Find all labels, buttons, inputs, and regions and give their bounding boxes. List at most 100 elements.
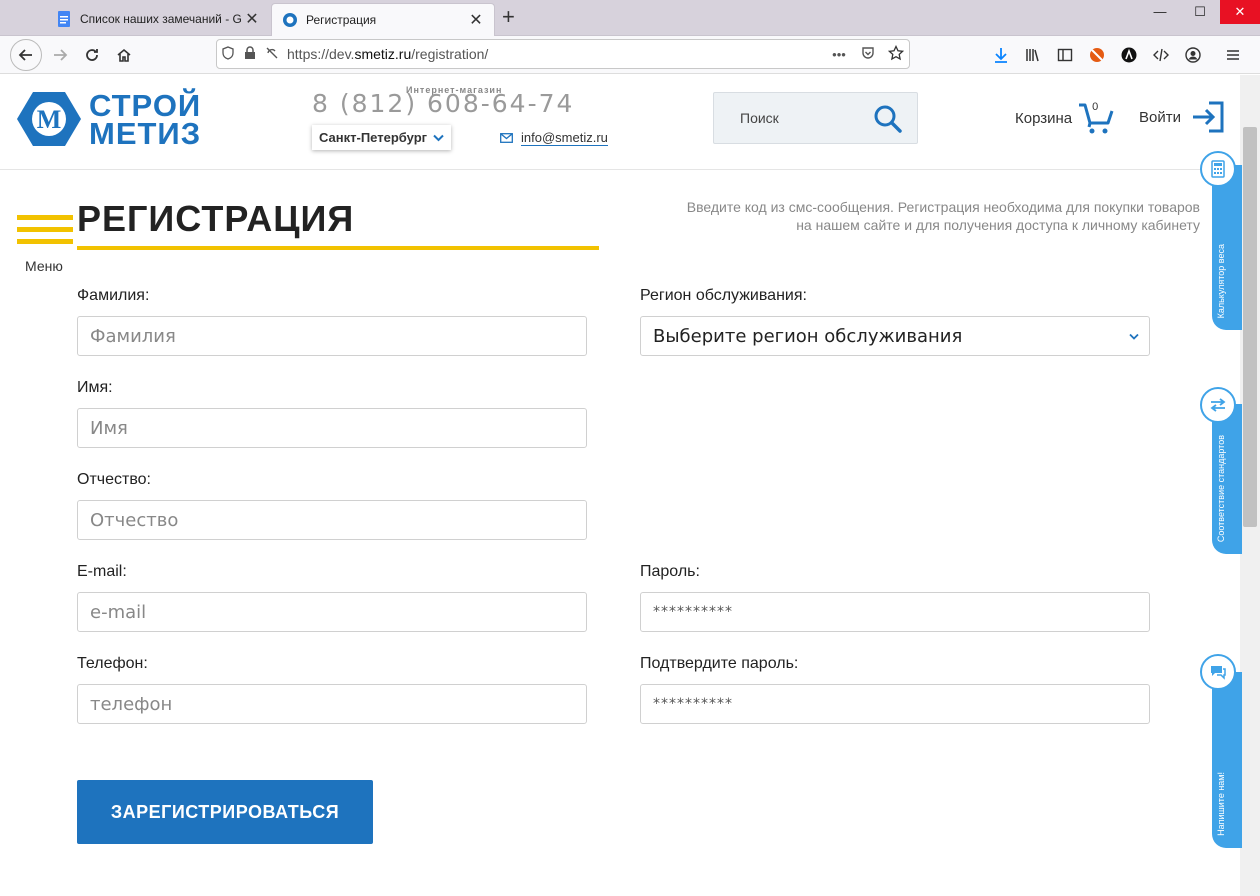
minimize-button[interactable]: — <box>1140 0 1180 24</box>
first-name-field[interactable] <box>77 408 587 448</box>
svg-text:М: М <box>37 105 62 134</box>
scrollbar-thumb[interactable] <box>1243 127 1257 527</box>
email-input[interactable] <box>90 601 586 623</box>
addon-blocker-icon[interactable] <box>1086 44 1108 66</box>
library-icon[interactable] <box>1022 44 1044 66</box>
logo-nut-icon: М <box>17 92 81 146</box>
reload-button[interactable] <box>76 39 108 71</box>
home-icon <box>117 48 131 62</box>
search-placeholder: Поиск <box>740 110 779 126</box>
weight-calculator-label: Калькулятор веса <box>1216 243 1226 318</box>
reload-icon <box>86 49 98 61</box>
calculator-icon[interactable] <box>1200 151 1236 187</box>
logo-line2: МЕТИЗ <box>89 116 202 151</box>
patronymic-label: Отчество: <box>77 471 151 488</box>
region-select[interactable]: Выберите регион обслуживания <box>640 316 1150 356</box>
forward-button[interactable] <box>44 39 76 71</box>
phone-label: Телефон: <box>77 655 148 672</box>
patronymic-input[interactable] <box>90 509 586 531</box>
write-us-label: Напишите нам! <box>1216 772 1226 836</box>
city-selector[interactable]: Санкт-Петербург <box>312 125 452 150</box>
lock-icon[interactable] <box>239 45 261 63</box>
last-name-input[interactable] <box>90 325 586 347</box>
registration-hint: Введите код из смс-сообщения. Регистраци… <box>686 199 1200 233</box>
city-name: Санкт-Петербург <box>319 130 428 145</box>
last-name-label: Фамилия: <box>77 287 150 304</box>
weight-calculator-tab[interactable]: Калькулятор веса <box>1212 165 1242 330</box>
cart-link[interactable]: Корзина 0 <box>1015 101 1114 135</box>
close-tab-icon[interactable]: ✕ <box>468 10 484 30</box>
browser-tab-bar: Список наших замечаний - G ✕ Регистрация… <box>0 0 1260 36</box>
first-name-label: Имя: <box>77 379 113 396</box>
phone-field[interactable] <box>77 684 587 724</box>
standards-tab[interactable]: Соответствие стандартов <box>1212 404 1242 554</box>
browser-nav-bar: https://dev.smetiz.ru/registration/ ••• <box>0 36 1260 74</box>
hamburger-menu-icon[interactable] <box>1222 44 1244 66</box>
site-logo[interactable]: М СТРОЙ МЕТИЗ <box>17 90 217 151</box>
arrow-right-icon <box>54 49 68 61</box>
back-button[interactable] <box>10 39 42 71</box>
docs-icon <box>56 10 72 27</box>
cart-count: 0 <box>1092 101 1099 113</box>
page-scrollbar[interactable] <box>1240 75 1260 896</box>
email-label: E-mail: <box>77 563 127 580</box>
chevron-down-icon <box>433 131 444 145</box>
register-button[interactable]: ЗАРЕГИСТРИРОВАТЬСЯ <box>77 780 373 844</box>
shield-icon[interactable] <box>217 45 239 63</box>
phone-number[interactable]: 8 (812) 608-64-74 <box>312 89 574 118</box>
pocket-icon[interactable] <box>853 46 883 63</box>
last-name-field[interactable] <box>77 316 587 356</box>
tab-title: Список наших замечаний - G <box>80 11 242 26</box>
write-us-tab[interactable]: Напишите нам! <box>1212 672 1242 848</box>
code-icon[interactable] <box>1150 44 1172 66</box>
email-address: info@smetiz.ru <box>521 130 608 146</box>
password-field[interactable]: ********** <box>640 592 1150 632</box>
sidebar-icon[interactable] <box>1054 44 1076 66</box>
account-icon[interactable] <box>1182 44 1204 66</box>
standards-label: Соответствие стандартов <box>1216 434 1226 542</box>
search-icon[interactable] <box>873 104 903 134</box>
addon-extension-icon[interactable] <box>1118 44 1140 66</box>
maximize-button[interactable]: ☐ <box>1180 0 1220 24</box>
hamburger-icon <box>17 215 73 220</box>
password-confirm-field[interactable]: ********** <box>640 684 1150 724</box>
home-button[interactable] <box>108 39 140 71</box>
download-icon[interactable] <box>990 44 1012 66</box>
menu-label[interactable]: Меню <box>25 258 63 274</box>
email-link[interactable]: info@smetiz.ru <box>500 130 608 146</box>
cart-icon: 0 <box>1078 101 1114 135</box>
menu-button[interactable] <box>17 215 73 251</box>
login-label: Войти <box>1139 108 1181 126</box>
password-confirm-label: Подтвердите пароль: <box>640 655 799 672</box>
site-header: М СТРОЙ МЕТИЗ Интернет-магазин 8 (812) 6… <box>0 75 1240 170</box>
mail-icon <box>500 133 513 143</box>
login-link[interactable]: Войти <box>1139 101 1225 133</box>
region-label: Регион обслуживания: <box>640 287 807 304</box>
phone-input[interactable] <box>90 693 586 715</box>
page-actions-icon[interactable]: ••• <box>825 47 853 62</box>
browser-tab-notes[interactable]: Список наших замечаний - G ✕ <box>46 2 270 35</box>
close-window-button[interactable]: ✕ <box>1220 0 1260 24</box>
address-bar[interactable]: https://dev.smetiz.ru/registration/ ••• <box>216 39 910 69</box>
new-tab-button[interactable]: + <box>502 6 515 28</box>
password-label: Пароль: <box>640 563 700 580</box>
password-confirm-placeholder: ********** <box>653 696 733 712</box>
tab-title: Регистрация <box>306 13 377 27</box>
arrow-left-icon <box>18 49 32 61</box>
search-box[interactable]: Поиск <box>713 92 918 144</box>
close-tab-icon[interactable]: ✕ <box>244 9 260 29</box>
region-selected-value: Выберите регион обслуживания <box>653 325 963 347</box>
chat-icon[interactable] <box>1200 654 1236 690</box>
login-icon <box>1191 101 1225 133</box>
email-field[interactable] <box>77 592 587 632</box>
patronymic-field[interactable] <box>77 500 587 540</box>
title-underline <box>77 246 599 250</box>
site-favicon-icon <box>282 12 298 28</box>
first-name-input[interactable] <box>90 417 586 439</box>
permissions-icon[interactable] <box>261 46 283 63</box>
password-placeholder: ********** <box>653 604 733 620</box>
bookmark-star-icon[interactable] <box>883 44 909 64</box>
url-text: https://dev.smetiz.ru/registration/ <box>287 46 489 62</box>
browser-tab-registration[interactable]: Регистрация ✕ <box>271 3 495 36</box>
swap-arrows-icon[interactable] <box>1200 387 1236 423</box>
